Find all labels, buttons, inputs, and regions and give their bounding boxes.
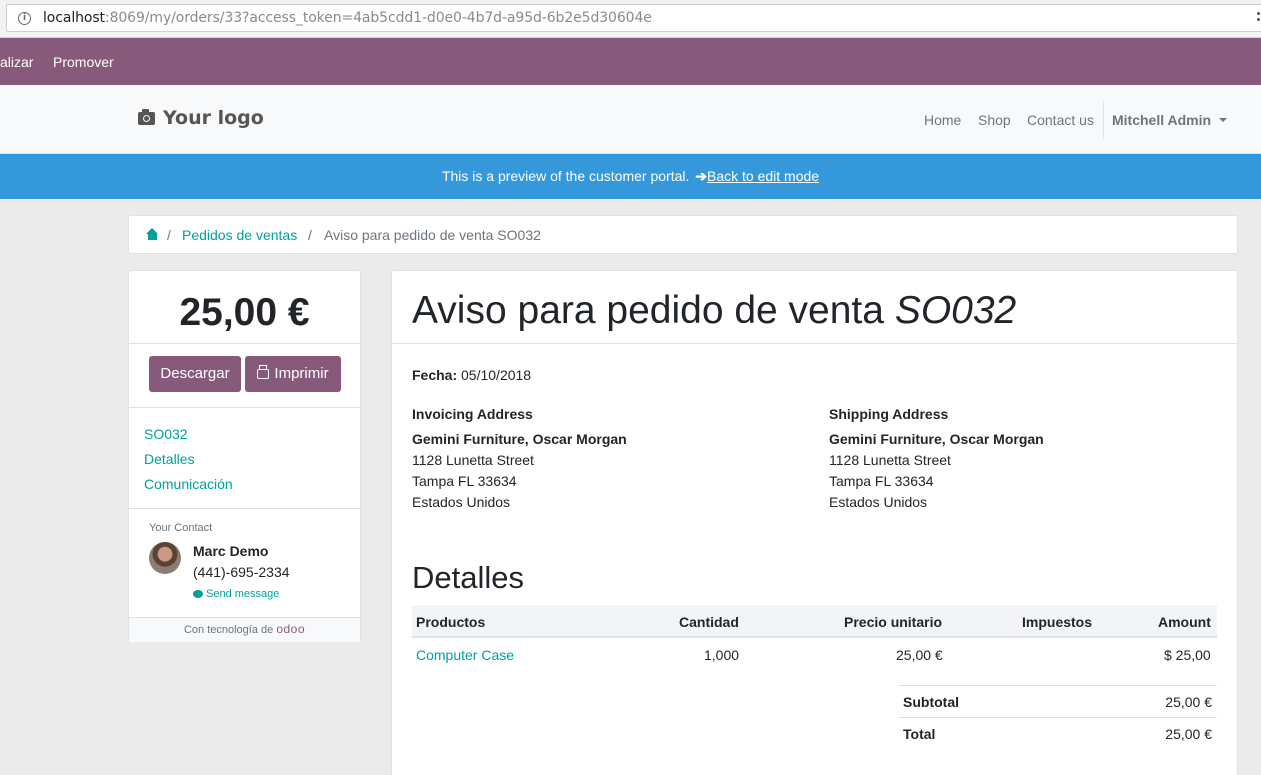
breadcrumb-separator: / (308, 227, 312, 243)
order-document: Aviso para pedido de venta SO032 Fecha: … (391, 270, 1238, 775)
shipping-line1: 1128 Lunetta Street (829, 452, 951, 468)
user-menu[interactable]: Mitchell Admin (1112, 112, 1228, 128)
subtotal-label: Subtotal (903, 694, 959, 710)
print-label: Imprimir (274, 365, 329, 382)
contact-phone: (441)-695-2334 (193, 564, 290, 580)
site-header: Your logo Home Shop Contact us Mitchell … (0, 85, 1261, 154)
contact-name: Marc Demo (193, 543, 269, 559)
customize-menu[interactable]: alizar (0, 54, 33, 70)
title-prefix: Aviso para pedido de venta (412, 289, 884, 332)
invoicing-line2: Tampa FL 33634 (412, 473, 517, 489)
sidebar-link-details[interactable]: Detalles (144, 451, 195, 467)
date-label: Fecha: (412, 367, 458, 383)
print-button[interactable]: Imprimir (245, 356, 341, 392)
order-amount: 25,00 € (179, 291, 310, 334)
product-link[interactable]: Computer Case (416, 647, 514, 663)
website-editor-bar: alizar Promover (0, 38, 1261, 85)
site-logo[interactable]: Your logo (138, 107, 264, 129)
divider (129, 508, 360, 509)
comment-icon (193, 590, 203, 598)
printer-icon (257, 365, 270, 379)
shipping-name: Gemini Furniture, Oscar Morgan (829, 431, 1044, 447)
camera-icon (138, 108, 155, 125)
invoicing-name: Gemini Furniture, Oscar Morgan (412, 431, 627, 447)
sidebar-link-so032[interactable]: SO032 (144, 426, 188, 442)
home-icon[interactable] (146, 228, 159, 240)
invoicing-address: Invoicing Address Gemini Furniture, Osca… (412, 404, 627, 513)
url-text[interactable]: localhost:8069/my/orders/33?access_token… (43, 10, 652, 26)
title-reference: SO032 (894, 289, 1017, 332)
shipping-line2: Tampa FL 33634 (829, 473, 934, 489)
col-amount: Amount (1158, 614, 1211, 630)
shipping-heading: Shipping Address (829, 406, 949, 422)
total-value: 25,00 € (1165, 726, 1212, 742)
browser-menu-icon[interactable] (1257, 12, 1261, 24)
order-sidebar: 25,00 € Descargar Imprimir SO032 Detalle… (128, 270, 361, 642)
shipping-address: Shipping Address Gemini Furniture, Oscar… (829, 404, 1044, 513)
total-row: Total 25,00 € (899, 717, 1217, 749)
download-button[interactable]: Descargar (149, 356, 241, 392)
nav-contact-us[interactable]: Contact us (1027, 112, 1094, 128)
nav-home[interactable]: Home (924, 112, 961, 128)
info-icon[interactable]: i (18, 12, 31, 25)
url-path: :8069/my/orders/33?access_token=4ab5cdd1… (104, 10, 652, 26)
breadcrumb-current: Aviso para pedido de venta SO032 (324, 227, 541, 243)
send-message-link[interactable]: Send message (193, 588, 279, 600)
total-label: Total (903, 726, 936, 742)
divider (129, 343, 360, 344)
user-name: Mitchell Admin (1112, 112, 1212, 128)
shipping-line3: Estados Unidos (829, 494, 928, 510)
powered-by-text: Con tecnología de (183, 624, 274, 636)
invoicing-line1: 1128 Lunetta Street (412, 452, 534, 468)
invoicing-line3: Estados Unidos (412, 494, 511, 510)
browser-url-bar: i localhost:8069/my/orders/33?access_tok… (0, 0, 1261, 38)
back-to-edit-label: Back to edit mode (707, 168, 820, 184)
divider (129, 407, 360, 408)
col-products: Productos (416, 614, 486, 630)
portal-preview-banner: This is a preview of the customer portal… (0, 154, 1261, 199)
back-to-edit-link[interactable]: ➔Back to edit mode (693, 168, 819, 184)
col-quantity: Cantidad (679, 614, 739, 630)
page-title: Aviso para pedido de venta SO032 (412, 289, 1016, 333)
table-row: Computer Case 1,000 25,00 € $ 25,00 (412, 638, 1217, 671)
send-message-label: Send message (206, 588, 280, 600)
nav-divider (1103, 101, 1104, 139)
arrow-right-icon: ➔ (695, 168, 707, 184)
cell-unit-price: 25,00 € (896, 647, 943, 663)
banner-text: This is a preview of the customer portal… (441, 168, 690, 184)
caret-down-icon (1219, 118, 1228, 122)
odoo-logo[interactable]: odoo (276, 622, 305, 636)
logo-text: Your logo (163, 107, 264, 129)
subtotal-value: 25,00 € (1165, 694, 1212, 710)
col-taxes: Impuestos (1022, 614, 1093, 630)
contact-label: Your Contact (149, 522, 213, 534)
divider (392, 343, 1237, 344)
breadcrumb-separator: / (167, 227, 171, 243)
breadcrumb: / Pedidos de ventas / Aviso para pedido … (128, 215, 1238, 254)
col-unit-price: Precio unitario (844, 614, 943, 630)
order-date: Fecha: 05/10/2018 (412, 367, 531, 383)
nav-shop[interactable]: Shop (978, 112, 1011, 128)
invoicing-heading: Invoicing Address (412, 406, 533, 422)
sidebar-link-communication[interactable]: Comunicación (144, 476, 233, 492)
powered-by: Con tecnología de odoo (129, 617, 360, 642)
promote-menu[interactable]: Promover (53, 54, 114, 70)
breadcrumb-sales-orders[interactable]: Pedidos de ventas (182, 227, 297, 243)
table-header: Productos Cantidad Precio unitario Impue… (412, 605, 1217, 638)
url-host: localhost (43, 10, 105, 26)
address-field[interactable]: i localhost:8069/my/orders/33?access_tok… (6, 4, 1261, 32)
cell-amount: $ 25,00 (1164, 647, 1211, 663)
avatar (149, 542, 181, 574)
details-title: Detalles (412, 560, 524, 595)
date-value: 05/10/2018 (461, 367, 532, 383)
cell-quantity: 1,000 (704, 647, 740, 663)
subtotal-row: Subtotal 25,00 € (899, 685, 1217, 717)
